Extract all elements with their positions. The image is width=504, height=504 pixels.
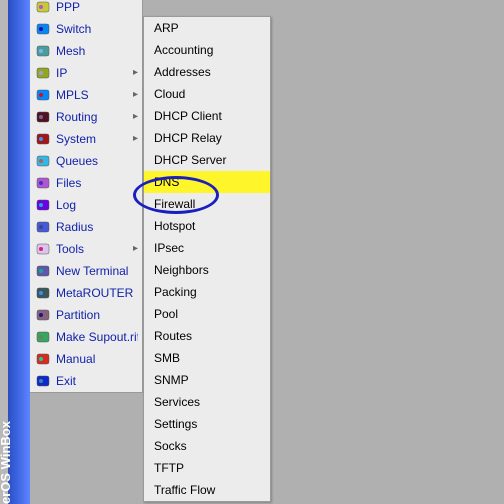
submenu-item-addresses[interactable]: Addresses	[144, 61, 270, 83]
menu-item-label: Make Supout.rif	[56, 326, 138, 348]
submenu-item-traffic-flow[interactable]: Traffic Flow	[144, 479, 270, 501]
menu-item-label: Switch	[56, 18, 138, 40]
menu-item-label: Radius	[56, 216, 138, 238]
menu-item-label: MPLS	[56, 84, 133, 106]
menu-item-partition[interactable]: Partition	[30, 304, 142, 326]
menu-item-label: Partition	[56, 304, 138, 326]
system-icon	[36, 132, 50, 146]
menu-item-metarouter[interactable]: MetaROUTER	[30, 282, 142, 304]
submenu-item-cloud[interactable]: Cloud	[144, 83, 270, 105]
submenu-item-services[interactable]: Services	[144, 391, 270, 413]
menu-item-ip[interactable]: IP▸	[30, 62, 142, 84]
app-title: erOS WinBox	[0, 421, 13, 504]
submenu-item-dns[interactable]: DNS	[144, 171, 270, 193]
menu-item-files[interactable]: Files	[30, 172, 142, 194]
menu-item-label: Log	[56, 194, 138, 216]
metarouter-icon	[36, 286, 50, 300]
menu-item-label: Routing	[56, 106, 133, 128]
menu-item-label: Exit	[56, 370, 138, 392]
files-icon	[36, 176, 50, 190]
queues-icon	[36, 154, 50, 168]
mesh-icon	[36, 44, 50, 58]
submenu-item-socks[interactable]: Socks	[144, 435, 270, 457]
submenu-item-dhcp-relay[interactable]: DHCP Relay	[144, 127, 270, 149]
submenu-item-snmp[interactable]: SNMP	[144, 369, 270, 391]
menu-item-system[interactable]: System▸	[30, 128, 142, 150]
menu-item-mesh[interactable]: Mesh	[30, 40, 142, 62]
menu-item-label: Manual	[56, 348, 138, 370]
submenu-arrow-icon: ▸	[133, 128, 138, 150]
submenu-arrow-icon: ▸	[133, 62, 138, 84]
submenu-item-pool[interactable]: Pool	[144, 303, 270, 325]
submenu-item-dhcp-server[interactable]: DHCP Server	[144, 149, 270, 171]
log-icon	[36, 198, 50, 212]
main-menu: PPPSwitchMeshIP▸MPLS▸Routing▸System▸Queu…	[30, 0, 143, 393]
menu-item-label: PPP	[56, 0, 138, 18]
submenu-item-neighbors[interactable]: Neighbors	[144, 259, 270, 281]
submenu-item-accounting[interactable]: Accounting	[144, 39, 270, 61]
submenu-item-packing[interactable]: Packing	[144, 281, 270, 303]
submenu-item-arp[interactable]: ARP	[144, 17, 270, 39]
submenu-item-smb[interactable]: SMB	[144, 347, 270, 369]
menu-item-switch[interactable]: Switch	[30, 18, 142, 40]
menu-item-label: Mesh	[56, 40, 138, 62]
titlebar-vertical: erOS WinBox	[8, 0, 30, 504]
switch-icon	[36, 22, 50, 36]
menu-item-label: Files	[56, 172, 138, 194]
partition-icon	[36, 308, 50, 322]
menu-item-exit[interactable]: Exit	[30, 370, 142, 392]
ip-icon	[36, 66, 50, 80]
submenu-item-settings[interactable]: Settings	[144, 413, 270, 435]
submenu-item-tftp[interactable]: TFTP	[144, 457, 270, 479]
radius-icon	[36, 220, 50, 234]
menu-item-make-supout-rif[interactable]: Make Supout.rif	[30, 326, 142, 348]
menu-item-mpls[interactable]: MPLS▸	[30, 84, 142, 106]
menu-item-radius[interactable]: Radius	[30, 216, 142, 238]
submenu-arrow-icon: ▸	[133, 84, 138, 106]
menu-item-manual[interactable]: Manual	[30, 348, 142, 370]
menu-item-label: Tools	[56, 238, 133, 260]
menu-item-label: MetaROUTER	[56, 282, 138, 304]
menu-item-queues[interactable]: Queues	[30, 150, 142, 172]
menu-item-log[interactable]: Log	[30, 194, 142, 216]
submenu-item-hotspot[interactable]: Hotspot	[144, 215, 270, 237]
submenu-item-routes[interactable]: Routes	[144, 325, 270, 347]
menu-item-label: New Terminal	[56, 260, 138, 282]
submenu-item-firewall[interactable]: Firewall	[144, 193, 270, 215]
submenu-item-dhcp-client[interactable]: DHCP Client	[144, 105, 270, 127]
terminal-icon	[36, 264, 50, 278]
mpls-icon	[36, 88, 50, 102]
menu-item-tools[interactable]: Tools▸	[30, 238, 142, 260]
ppp-icon	[36, 0, 50, 14]
menu-item-label: System	[56, 128, 133, 150]
menu-item-label: Queues	[56, 150, 138, 172]
supout-icon	[36, 330, 50, 344]
routing-icon	[36, 110, 50, 124]
submenu-arrow-icon: ▸	[133, 106, 138, 128]
tools-icon	[36, 242, 50, 256]
menu-item-label: IP	[56, 62, 133, 84]
manual-icon	[36, 352, 50, 366]
submenu-arrow-icon: ▸	[133, 238, 138, 260]
menu-item-routing[interactable]: Routing▸	[30, 106, 142, 128]
exit-icon	[36, 374, 50, 388]
submenu-item-ipsec[interactable]: IPsec	[144, 237, 270, 259]
menu-item-new-terminal[interactable]: New Terminal	[30, 260, 142, 282]
ip-submenu: ARPAccountingAddressesCloudDHCP ClientDH…	[143, 16, 271, 502]
menu-item-ppp[interactable]: PPP	[30, 0, 142, 18]
